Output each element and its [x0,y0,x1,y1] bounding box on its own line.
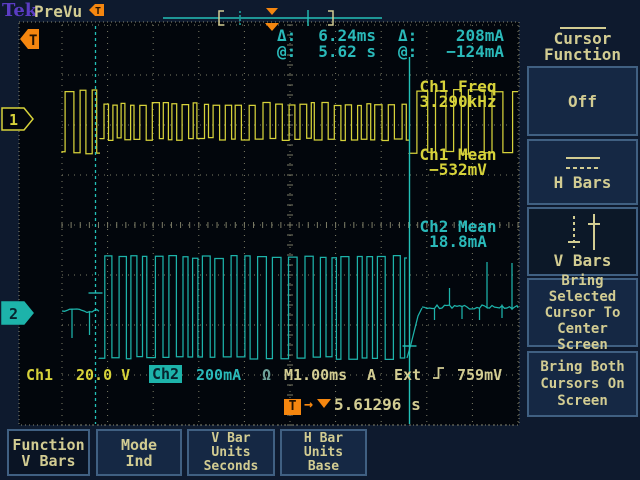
softkey-v-bars[interactable]: V Bars [527,207,638,276]
softkey-bring-selected-label: Bring Selected Cursor To Center Screen [529,273,636,353]
acquisition-status: PreVu [34,3,82,20]
softkey-bring-both-cursors[interactable]: Bring Both Cursors On Screen [527,351,638,417]
ch1-freq-measurement: Ch1 Freq 3.290kHz [406,79,510,109]
trigger-level: 759mV [457,367,502,383]
tek-logo: Tek [2,1,37,21]
timebase-readout: M1.00ms [284,367,347,383]
ch1-mean-measurement: Ch1 Mean −532mV [406,147,510,177]
softkey-h-bar-units-label: H Bar Units Base [304,432,343,474]
softkey-off-label: Off [568,93,597,110]
softkey-cursor-off[interactable]: Off [527,66,638,136]
softkey-v-bar-units-label: V Bar Units Seconds [204,432,259,474]
trigger-source: Ext [394,367,421,383]
softkey-v-bars-label: V Bars [554,252,612,269]
softkey-bring-both-label: Bring Both Cursors On Screen [540,359,624,410]
softkey-function-label: Function V Bars [12,437,84,469]
svg-text:1: 1 [9,111,18,129]
softkey-h-bar-units[interactable]: H Bar Units Base [280,429,367,476]
at-time-label: @: [277,43,296,60]
softkey-v-bar-units[interactable]: V Bar Units Seconds [187,429,275,476]
trigger-time-value: 5.61296 s [334,395,421,414]
at-amplitude-value: −124mA [426,43,504,60]
softkey-mode-label: Mode Ind [121,437,157,469]
waveform-display: T T 1 2 [0,0,525,428]
menu-title: Cursor Function [525,31,640,63]
svg-text:2: 2 [9,305,18,323]
oscilloscope-screen: TT12 Tek PreVu Δ: 6.24ms @: 5.62 s Δ: 20… [0,0,640,480]
svg-text:T: T [95,6,101,17]
v-bars-icon [559,214,607,252]
at-time-value: 5.62 s [300,43,376,60]
at-amplitude-label: @: [398,43,417,60]
softkey-h-bars[interactable]: H Bars [527,139,638,205]
softkey-mode-ind[interactable]: Mode Ind [96,429,182,476]
rising-edge-slope-icon [432,365,446,381]
softkey-h-bars-label: H Bars [554,174,612,191]
svg-text:T: T [29,33,37,49]
ch2-label-highlight: Ch2 [149,364,182,383]
record-bar-trigger-marker-icon [266,8,278,15]
trigger-time-marker-icon [317,399,331,408]
ch2-impedance: Ω [262,367,271,383]
ch2-mean-measurement: Ch2 Mean 18.8mA [406,219,510,249]
trigger-time-arrow-icon: → [304,396,313,412]
ch2-scale: 200mA [196,367,241,383]
ch1-scale: 20.0 V [76,367,130,383]
softkey-bring-selected-cursor[interactable]: Bring Selected Cursor To Center Screen [527,278,638,347]
h-bars-icon [561,154,605,174]
ch1-label: Ch1 [26,367,53,383]
acquisition-mode: A [367,367,376,383]
ch2-label: Ch2 [149,365,182,383]
softkey-function-v-bars[interactable]: Function V Bars [7,429,90,476]
trigger-time-t-icon: T [284,395,301,415]
